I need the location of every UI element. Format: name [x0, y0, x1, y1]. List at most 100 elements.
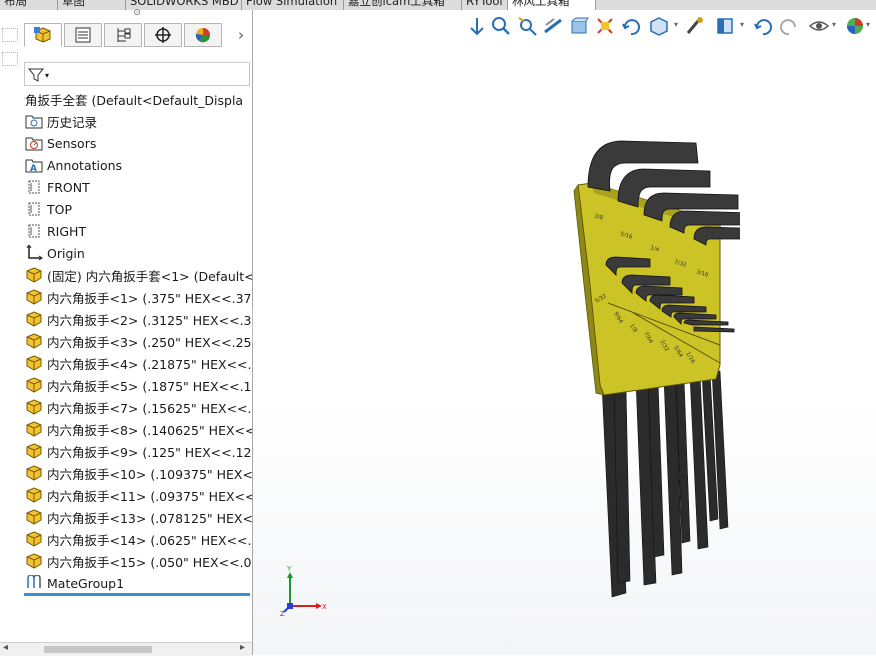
section-view-button[interactable] [542, 14, 564, 38]
zoom-to-area-icon [492, 17, 510, 35]
scroll-left-icon[interactable]: ◂ [3, 642, 8, 653]
tree-item--[interactable]: 历史记录 [24, 110, 252, 132]
part-icon [24, 464, 44, 482]
tree-item-component[interactable]: 内六角扳手<10> (.109375" HEX<<.1 [24, 462, 252, 484]
tree-item-component[interactable]: 内六角扳手<7> (.15625" HEX<<.156 [24, 396, 252, 418]
display-style-button[interactable] [648, 14, 670, 38]
display-manager-button[interactable] [714, 14, 736, 38]
zoom-to-fit-icon [470, 18, 484, 36]
tab-displaymanager[interactable] [184, 23, 222, 47]
tree-item-right[interactable]: RIGHT [24, 220, 252, 242]
scene-dropdown-icon[interactable]: ▾ [866, 20, 870, 29]
section-view-icon [544, 18, 562, 34]
tree-item-component[interactable]: 内六角扳手<11> (.09375" HEX<<.09 [24, 484, 252, 506]
tree-item-annotations[interactable]: A Annotations [24, 154, 252, 176]
manager-tabs-scroll-arrow[interactable]: › [232, 23, 250, 47]
command-tab-3[interactable]: Flow Simulation [242, 0, 344, 10]
rotate-view-button[interactable] [620, 14, 642, 38]
rotate-view-icon [622, 19, 640, 36]
tree-root[interactable]: 内六角扳手全套 (Default<Default_Displa [24, 88, 252, 110]
tree-item-label: Origin [47, 245, 85, 261]
command-tab-5[interactable]: RYTool [462, 0, 508, 10]
edge-icon-1[interactable] [2, 28, 18, 42]
part-icon [24, 332, 44, 350]
tree-item-label: (固定) 内六角扳手套<1> (Default<<D [47, 268, 252, 284]
previous-view-button[interactable] [516, 14, 538, 38]
wrench-handle-13 [693, 326, 735, 333]
rotate-view-button[interactable] [752, 14, 774, 38]
scroll-right-icon[interactable]: ▸ [240, 642, 245, 653]
tree-item-component[interactable]: 内六角扳手<1> (.375" HEX<<.375" H [24, 286, 252, 308]
part-icon [24, 288, 44, 306]
zoom-to-fit-button[interactable] [466, 14, 488, 38]
tab-configurationmanager[interactable] [104, 23, 142, 47]
command-tab-1[interactable]: 草图 [58, 0, 126, 10]
hide-show-dropdown-icon[interactable]: ▾ [832, 20, 836, 29]
tree-horizontal-scrollbar[interactable]: ◂ ▸ [0, 642, 252, 656]
scroll-thumb[interactable] [44, 646, 152, 653]
tab-featuremanager[interactable] [24, 23, 62, 47]
tree-item-component[interactable]: 内六角扳手<4> (.21875" HEX<<.218 [24, 352, 252, 374]
tree-item-component[interactable]: 内六角扳手<9> (.125" HEX<<.125" H [24, 440, 252, 462]
tree-item-component[interactable]: 内六角扳手<2> (.3125" HEX<<.3125 [24, 308, 252, 330]
part-icon [24, 508, 44, 526]
tree-item-label: Sensors [47, 135, 97, 151]
tree-item-component[interactable]: 内六角扳手<8> (.140625" HEX<<.14 [24, 418, 252, 440]
annotations-icon: A [24, 156, 44, 174]
part-icon [24, 376, 44, 394]
dynamic-annotation-button[interactable] [568, 14, 590, 38]
view-orientation-button[interactable] [594, 14, 616, 38]
graphics-viewport[interactable] [253, 10, 876, 655]
tab-dimxpertmanager[interactable] [144, 23, 182, 47]
apply-scene-button[interactable] [844, 14, 866, 38]
command-tab-2[interactable]: SOLIDWORKS MBD [126, 0, 242, 10]
part-icon [24, 266, 44, 284]
panel-grip-icon[interactable]: ⊙ [133, 9, 141, 18]
filter-button[interactable]: ▾ [28, 66, 56, 84]
previous-view-icon [518, 17, 537, 36]
reference-triad: Y X Z [280, 566, 327, 616]
tree-item-sensors[interactable]: Sensors [24, 132, 252, 154]
tree-root-label: 内六角扳手全套 (Default<Default_Displa [24, 92, 244, 108]
triad-x-label: X [322, 603, 327, 611]
tree-item-component[interactable]: 内六角扳手<5> (.1875" HEX<<.1875 [24, 374, 252, 396]
plane-icon [24, 178, 44, 196]
tree-item-label: 内六角扳手<8> (.140625" HEX<<.14 [47, 422, 252, 438]
hex-key-set-model[interactable]: 3/8 5/16 1/4 7/32 3/16 5/32 9/64 1/8 7/6… [570, 135, 740, 605]
tree-item-label: 内六角扳手<11> (.09375" HEX<<.09 [47, 488, 252, 504]
displaymanager-icon [195, 28, 211, 43]
edge-icon-2[interactable] [2, 52, 18, 66]
tree-item-label: 内六角扳手<9> (.125" HEX<<.125" H [47, 444, 252, 460]
tree-item-component[interactable]: 内六角扳手<15> (.050" HEX<<.050" [24, 550, 252, 572]
heads-up-view-toolbar: ▾ ▾ ▾ ▾ [464, 14, 876, 40]
tree-item-label: 内六角扳手<4> (.21875" HEX<<.218 [47, 356, 252, 372]
tree-item-mategroup1[interactable]: MateGroup1 [24, 572, 252, 594]
tree-item-component[interactable]: 内六角扳手<13> (.078125" HEX<<.0 [24, 506, 252, 528]
part-icon [24, 420, 44, 438]
history-folder-icon [24, 112, 44, 130]
tab-propertymanager[interactable] [64, 23, 102, 47]
tree-item-origin[interactable]: Origin [24, 242, 252, 264]
tree-item-label: 内六角扳手<1> (.375" HEX<<.375" H [47, 290, 252, 306]
zoom-to-area-button[interactable] [490, 14, 512, 38]
command-tab-6[interactable]: 林风工具箱 [508, 0, 596, 10]
tree-item-component[interactable]: 内六角扳手<3> (.250" HEX<<.250" H [24, 330, 252, 352]
command-tab-4[interactable]: 嘉立创icam工具箱 [344, 0, 462, 10]
tree-item-front[interactable]: FRONT [24, 176, 252, 198]
hide-show-button[interactable] [808, 14, 830, 38]
dimxpert-icon [155, 27, 171, 43]
view-orientation-dropdown-icon[interactable]: ▾ [674, 20, 678, 29]
triad-z-label: Z [280, 610, 285, 616]
tree-item-label: 内六角扳手<2> (.3125" HEX<<.3125 [47, 312, 252, 328]
redo-button[interactable] [778, 14, 800, 38]
tree-item-component[interactable]: (固定) 内六角扳手套<1> (Default<<D [24, 264, 252, 286]
rollback-bar[interactable] [24, 593, 250, 596]
tree-item-label: 内六角扳手<5> (.1875" HEX<<.1875 [47, 378, 252, 394]
display-style-dropdown-icon[interactable]: ▾ [740, 20, 744, 29]
command-tab-0[interactable]: 布局 [0, 0, 58, 10]
part-icon [24, 530, 44, 548]
tree-item-top[interactable]: TOP [24, 198, 252, 220]
edit-appearance-button[interactable] [684, 14, 706, 38]
propertymanager-icon [75, 27, 91, 43]
tree-item-component[interactable]: 内六角扳手<14> (.0625" HEX<<.062 [24, 528, 252, 550]
